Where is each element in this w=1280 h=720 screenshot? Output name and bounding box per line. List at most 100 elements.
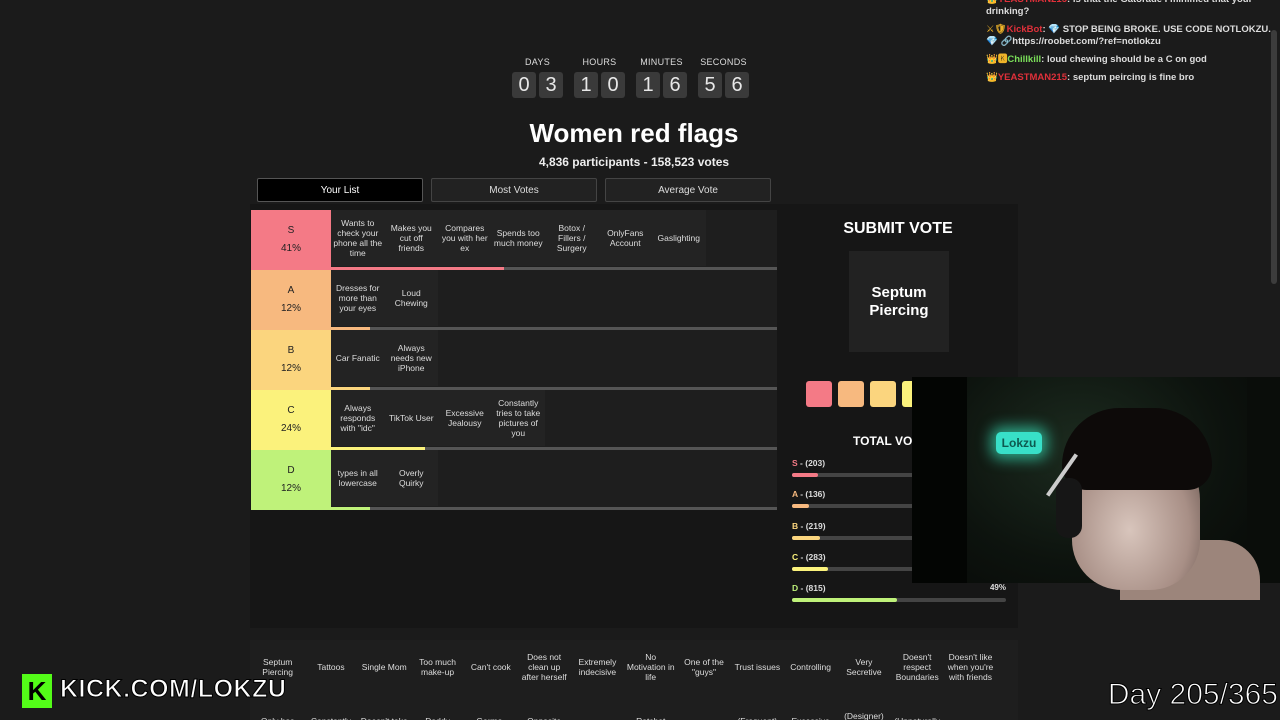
tier-choice-button-a[interactable] — [838, 381, 864, 407]
unranked-item[interactable]: Tattoos — [304, 640, 357, 694]
total-votes-bar — [792, 598, 1006, 603]
tier-letter: S — [287, 225, 295, 236]
tier-item[interactable]: OnlyFans Account — [598, 210, 652, 266]
total-votes-fill — [792, 504, 810, 509]
tier-item[interactable]: Constantly tries to take pictures of you — [491, 390, 545, 446]
tab-average-vote[interactable]: Average Vote — [605, 178, 771, 202]
total-votes-count: - (283) — [800, 551, 826, 562]
chat-username[interactable]: Chillkill — [1007, 54, 1041, 65]
tier-percentage: 12% — [280, 483, 301, 494]
total-votes-letter: D — [792, 583, 799, 594]
tier-label-a: A 12% — [251, 270, 331, 330]
unranked-item[interactable]: Doesn't take — [358, 694, 411, 720]
unranked-item[interactable] — [571, 694, 624, 720]
unranked-item[interactable] — [944, 694, 997, 720]
tier-letter: C — [287, 405, 295, 416]
tier-item[interactable]: Always needs new iPhone — [384, 330, 438, 386]
unranked-item[interactable]: (Designer) Branded — [837, 694, 890, 720]
unranked-item[interactable]: Doesn't like when you're with friends — [944, 640, 997, 694]
unranked-item[interactable]: Ratchet — [624, 694, 677, 720]
unranked-item[interactable]: Excessive — [784, 694, 837, 720]
tier-label-c: C 24% — [251, 390, 331, 450]
tier-item[interactable]: Excessive Jealousy — [438, 390, 492, 446]
countdown-hours: HOURS 1 0 — [574, 57, 625, 98]
tier-choice-button-s[interactable] — [806, 381, 832, 407]
tier-items: Wants to check your phone all the time Ma… — [331, 210, 706, 266]
tier-items: types in all lowercase Overly Quirky — [331, 450, 438, 506]
tier-choice-button-b[interactable] — [870, 381, 896, 407]
countdown-digit: 1 — [636, 72, 660, 98]
total-votes-letter: C — [792, 551, 799, 562]
countdown-digit: 6 — [663, 72, 687, 98]
tier-percentage-bar — [314, 507, 777, 510]
unranked-item[interactable]: Constantly — [304, 694, 357, 720]
tier-item[interactable]: Loud Chewing — [384, 270, 438, 326]
unranked-item[interactable]: Single Mom — [358, 640, 411, 694]
unranked-item[interactable]: Trust issues — [731, 640, 784, 694]
unranked-items-panel: Septum Piercing Tattoos Single Mom Too much… — [250, 640, 1018, 720]
tab-your-list[interactable]: Your List — [257, 178, 423, 202]
unranked-item[interactable]: (Frequent) — [731, 694, 784, 720]
chat-username[interactable]: YEASTMAN215 — [998, 0, 1067, 5]
total-votes-count: - (203) — [800, 458, 826, 468]
tier-item[interactable]: Always responds with "idc" — [331, 390, 385, 446]
countdown-minutes: MINUTES 1 6 — [636, 57, 687, 98]
tier-label-d: D 12% — [251, 450, 331, 510]
unranked-item[interactable]: One of the "guys" — [677, 640, 730, 694]
total-votes-title: TOTAL VOTES — [853, 434, 913, 448]
total-votes-fill — [792, 535, 820, 540]
unranked-item[interactable]: Controlling — [784, 640, 837, 694]
total-votes-count: - (136) — [800, 489, 826, 500]
countdown-digit: 0 — [601, 72, 625, 98]
unranked-item[interactable]: Daddy — [411, 694, 464, 720]
tier-item[interactable]: Wants to check your phone all the time — [331, 210, 385, 266]
tier-item[interactable]: Overly Quirky — [384, 450, 438, 506]
unranked-item[interactable]: Can't cook — [464, 640, 517, 694]
total-votes-fill — [792, 566, 829, 571]
unranked-item[interactable]: Extremely indecisive — [571, 640, 624, 694]
unranked-item[interactable]: (Unnaturally — [891, 694, 944, 720]
current-vote-item[interactable]: Septum Piercing — [849, 251, 949, 352]
tier-item[interactable]: Dresses for more than your eyes — [331, 270, 385, 326]
unranked-item[interactable]: Germo- — [464, 694, 517, 720]
countdown-minutes-label: MINUTES — [640, 57, 683, 67]
unranked-items-grid: Septum Piercing Tattoos Single Mom Too much… — [250, 640, 1018, 720]
tier-item[interactable]: Car Fanatic — [331, 330, 385, 386]
tier-item[interactable]: Makes you cut off friends — [384, 210, 438, 266]
stream-chat: 👑YEASTMAN215: is that the Gatorade I min… — [986, 0, 1278, 90]
chat-username[interactable]: YEASTMAN215 — [998, 72, 1067, 83]
chat-badge-icon: ⚔🛡 — [986, 24, 1007, 35]
tier-item[interactable]: TikTok User — [384, 390, 438, 446]
countdown-digit: 1 — [574, 72, 598, 98]
unranked-item[interactable] — [677, 694, 730, 720]
tier-percentage-fill — [314, 507, 370, 510]
total-votes-label: D - (815) — [792, 583, 1006, 593]
chat-message: 👑YEASTMAN215: septum peircing is fine br… — [986, 72, 1195, 83]
total-votes-fill — [792, 598, 897, 603]
tier-items: Dresses for more than your eyes Loud Chew… — [331, 270, 438, 326]
unranked-item[interactable]: Opposite — [517, 694, 570, 720]
tier-item[interactable]: Compares you with her ex — [438, 210, 492, 266]
total-votes-count: - (815) — [800, 583, 826, 594]
countdown-hours-label: HOURS — [582, 57, 617, 67]
unranked-item[interactable]: Too much make-up — [411, 640, 464, 694]
total-votes-row-d: D - (815) 49% — [792, 583, 1006, 614]
kick-logo-icon: K — [22, 674, 52, 708]
unranked-item[interactable]: No Motivation in life — [624, 640, 677, 694]
total-votes-count: - (219) — [800, 520, 826, 531]
countdown-seconds: SECONDS 5 6 — [698, 57, 749, 98]
day-counter: Day 205/365 — [1107, 678, 1278, 712]
chat-username[interactable]: KickBot — [1007, 24, 1043, 35]
tier-items: Car Fanatic Always needs new iPhone — [331, 330, 438, 386]
unranked-item[interactable]: Very Secretive — [837, 640, 890, 694]
total-votes-letter: S — [792, 458, 798, 468]
tier-item[interactable]: Gaslighting — [652, 210, 706, 266]
tab-most-votes[interactable]: Most Votes — [431, 178, 597, 202]
tier-item[interactable]: Botox / Fillers / Surgery — [545, 210, 599, 266]
unranked-item[interactable]: Doesn't respect Boundaries — [891, 640, 944, 694]
tier-item[interactable]: Spends too much money — [491, 210, 545, 266]
unranked-item[interactable]: Does not clean up after herself — [517, 640, 570, 694]
tier-item[interactable]: types in all lowercase — [331, 450, 385, 506]
countdown-seconds-label: SECONDS — [700, 57, 747, 67]
countdown-digit: 3 — [539, 72, 563, 98]
